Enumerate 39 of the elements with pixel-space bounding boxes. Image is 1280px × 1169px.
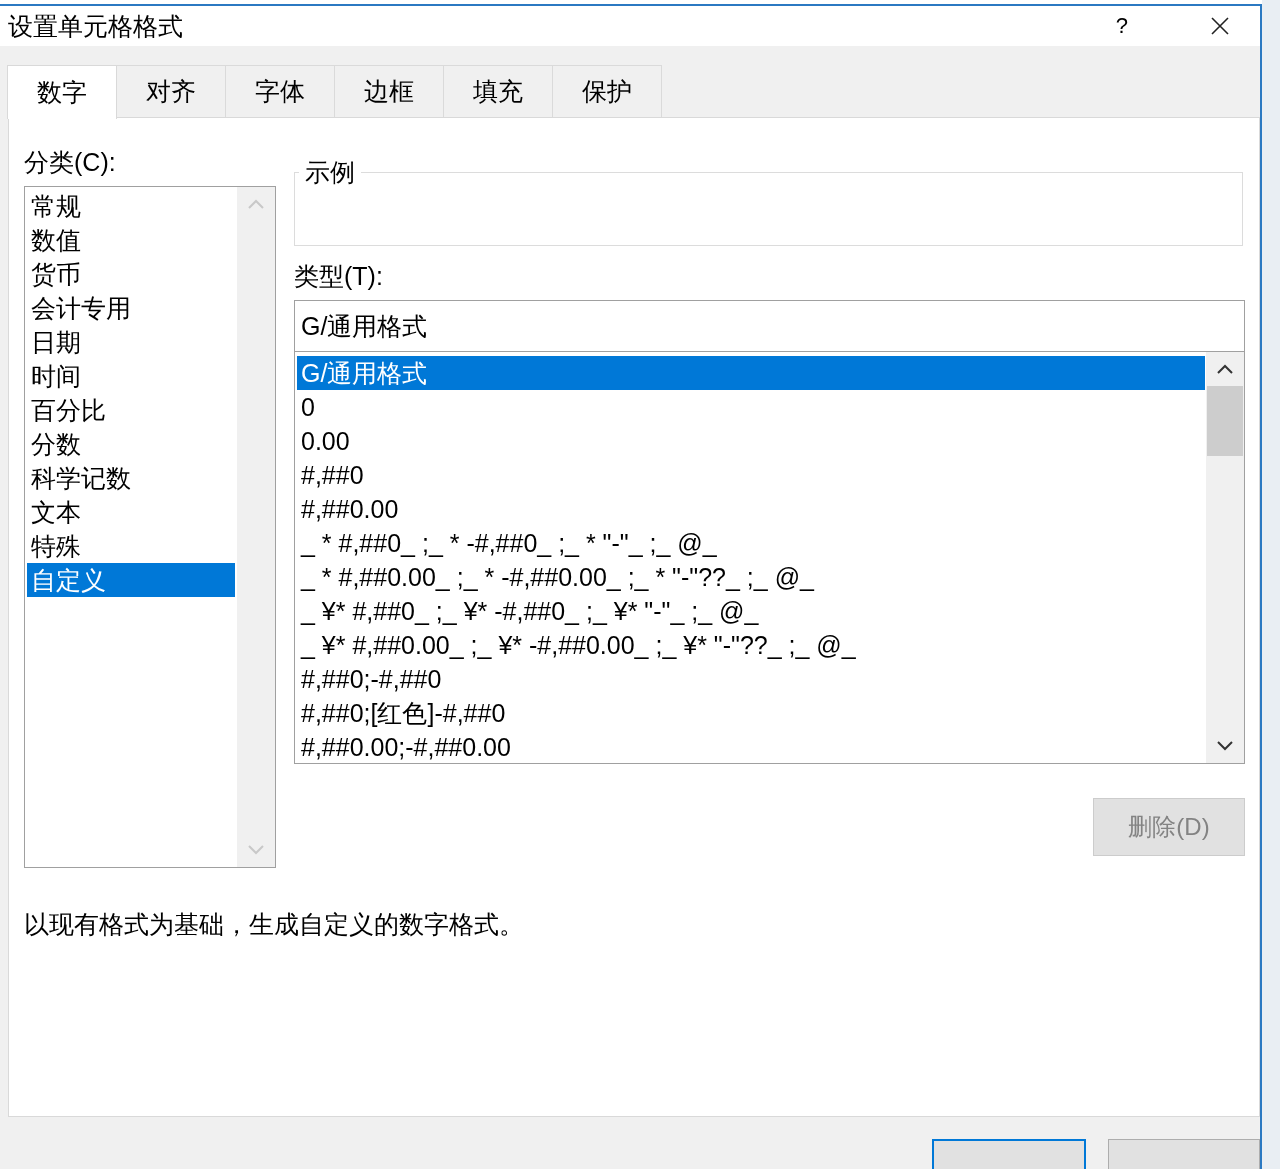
close-icon bbox=[1210, 16, 1230, 36]
dialog-button[interactable] bbox=[1108, 1139, 1260, 1169]
category-item[interactable]: 特殊 bbox=[27, 529, 235, 563]
category-item[interactable]: 数值 bbox=[27, 223, 235, 257]
format-item[interactable]: _ ¥* #,##0.00_ ;_ ¥* -#,##0.00_ ;_ ¥* "-"??_ ;_ @_ bbox=[297, 628, 1205, 662]
sample-label: 示例 bbox=[304, 157, 356, 188]
category-item[interactable]: 时间 bbox=[27, 359, 235, 393]
type-input-field[interactable]: G/通用格式 bbox=[294, 300, 1245, 352]
help-button[interactable]: ? bbox=[1107, 13, 1136, 39]
tab[interactable]: 数字 bbox=[7, 65, 117, 119]
format-item[interactable]: #,##0.00;-#,##0.00 bbox=[297, 730, 1205, 763]
format-item[interactable]: _ * #,##0.00_ ;_ * -#,##0.00_ ;_ * "-"??_ ;_ @_ bbox=[297, 560, 1205, 594]
format-item[interactable]: #,##0;[红色]-#,##0 bbox=[297, 696, 1205, 730]
category-item[interactable]: 百分比 bbox=[27, 393, 235, 427]
category-item[interactable]: 自定义 bbox=[27, 563, 235, 597]
format-item[interactable]: #,##0.00 bbox=[297, 492, 1205, 526]
format-item[interactable]: G/通用格式 bbox=[297, 356, 1205, 390]
format-item[interactable]: 0 bbox=[297, 390, 1205, 424]
description-text: 以现有格式为基础，生成自定义的数字格式。 bbox=[24, 909, 525, 940]
format-item[interactable]: _ * #,##0_ ;_ * -#,##0_ ;_ * "-"_ ;_ @_ bbox=[297, 526, 1205, 560]
scrollbar[interactable] bbox=[237, 187, 275, 867]
type-label: 类型(T): bbox=[294, 261, 384, 292]
format-item[interactable]: #,##0 bbox=[297, 458, 1205, 492]
category-label: 分类(C): bbox=[24, 147, 117, 178]
category-item[interactable]: 日期 bbox=[27, 325, 235, 359]
category-item[interactable]: 货币 bbox=[27, 257, 235, 291]
category-item[interactable]: 科学记数 bbox=[27, 461, 235, 495]
tab[interactable]: 保护 bbox=[552, 65, 662, 117]
category-item[interactable]: 分数 bbox=[27, 427, 235, 461]
format-item[interactable]: _ ¥* #,##0_ ;_ ¥* -#,##0_ ;_ ¥* "-"_ ;_ @_ bbox=[297, 594, 1205, 628]
category-item[interactable]: 文本 bbox=[27, 495, 235, 529]
format-item[interactable]: #,##0;-#,##0 bbox=[297, 662, 1205, 696]
category-item[interactable]: 会计专用 bbox=[27, 291, 235, 325]
category-item[interactable]: 常规 bbox=[27, 189, 235, 223]
window-title: 设置单元格格式 bbox=[8, 10, 184, 42]
dialog-button[interactable] bbox=[932, 1139, 1086, 1169]
scrollbar[interactable] bbox=[1206, 352, 1244, 763]
scrollbar-thumb[interactable] bbox=[1207, 386, 1243, 456]
format-item[interactable]: 0.00 bbox=[297, 424, 1205, 458]
